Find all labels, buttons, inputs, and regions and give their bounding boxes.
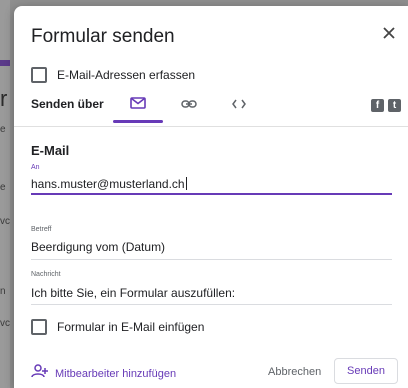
dialog-title: Formular senden (31, 26, 175, 47)
send-form-dialog: Formular senden E-Mail-Adressen erfassen… (14, 6, 408, 388)
message-field-label: Nachricht (31, 271, 61, 278)
to-field-label: An (31, 164, 40, 171)
send-via-tabs: Senden über f t (31, 94, 401, 124)
include-form-row[interactable]: Formular in E-Mail einfügen (31, 319, 204, 335)
tab-email[interactable] (121, 94, 155, 116)
include-form-checkbox[interactable] (31, 319, 47, 335)
twitter-icon[interactable]: t (388, 99, 401, 112)
background-page (0, 0, 10, 388)
background-text: n (0, 286, 6, 297)
link-icon (181, 96, 197, 114)
active-tab-indicator (113, 120, 163, 123)
to-field-underline (31, 193, 392, 195)
subject-field[interactable]: Beerdigung vom (Datum) (31, 240, 165, 254)
include-form-label: Formular in E-Mail einfügen (57, 320, 205, 334)
subject-field-label: Betreff (31, 226, 52, 233)
background-text: vc (0, 216, 10, 227)
add-person-icon (31, 364, 49, 383)
background-text: e (0, 182, 6, 193)
email-icon (130, 96, 146, 114)
collect-emails-checkbox[interactable] (31, 67, 47, 83)
embed-icon (232, 96, 246, 114)
facebook-icon[interactable]: f (371, 99, 384, 112)
section-title: E-Mail (31, 143, 70, 158)
tabs-divider (14, 126, 408, 127)
tab-link[interactable] (172, 94, 206, 116)
subject-field-underline (31, 259, 392, 260)
send-button-label: Senden (347, 365, 385, 377)
tab-embed[interactable] (222, 94, 256, 116)
message-field-underline (31, 304, 392, 305)
text-caret (185, 177, 187, 190)
to-field[interactable]: hans.muster@musterland.ch (31, 177, 187, 191)
background-text: vc (0, 318, 10, 329)
message-field[interactable]: Ich bitte Sie, ein Formular auszufüllen: (31, 286, 235, 300)
close-icon[interactable] (378, 22, 400, 44)
add-collaborators-button[interactable]: Mitbearbeiter hinzufügen (31, 364, 176, 383)
collect-emails-label: E-Mail-Adressen erfassen (57, 68, 196, 82)
background-accent-bar (0, 60, 10, 66)
cancel-button[interactable]: Abbrechen (268, 366, 321, 378)
collect-emails-row[interactable]: E-Mail-Adressen erfassen (31, 67, 195, 83)
send-button[interactable]: Senden (334, 358, 398, 384)
to-field-value: hans.muster@musterland.ch (31, 177, 185, 191)
background-text: r (0, 86, 8, 111)
add-collaborators-label: Mitbearbeiter hinzufügen (55, 367, 177, 380)
background-text: e (0, 124, 6, 135)
send-via-label: Senden über (31, 97, 104, 111)
